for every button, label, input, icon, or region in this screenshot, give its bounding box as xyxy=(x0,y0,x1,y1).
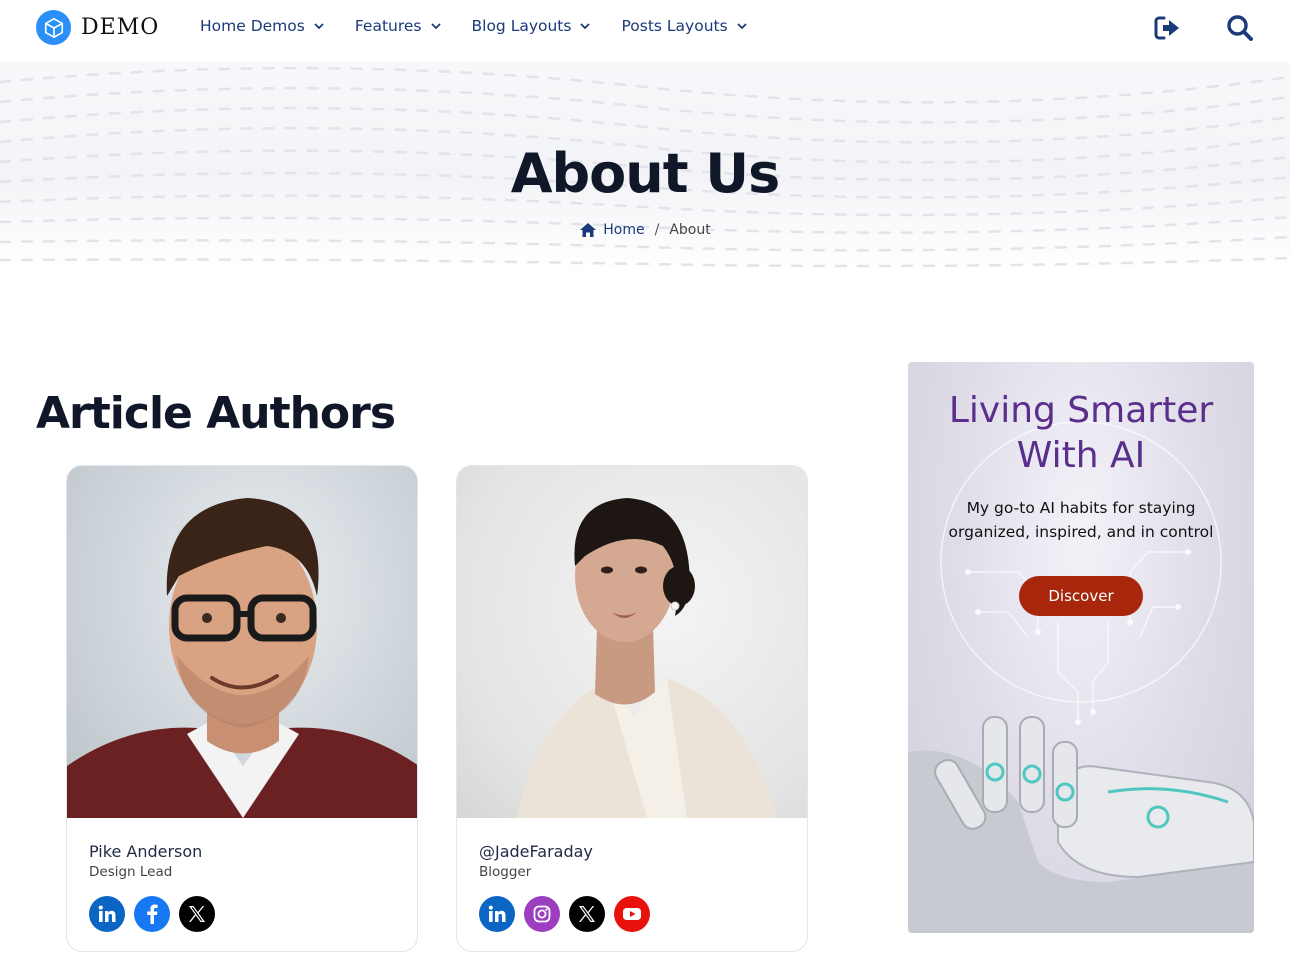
ad-title-line2: With AI xyxy=(1016,435,1146,476)
sidebar-ad[interactable]: Living Smarter With AI My go-to AI habit… xyxy=(908,362,1254,933)
author-card: Pike Anderson Design Lead xyxy=(66,465,418,952)
chevron-down-icon xyxy=(580,23,591,30)
linkedin-icon[interactable] xyxy=(89,896,125,932)
cube-logo-icon xyxy=(36,10,71,45)
breadcrumb-home-link[interactable]: Home xyxy=(579,222,645,238)
facebook-icon[interactable] xyxy=(134,896,170,932)
author-socials xyxy=(479,896,785,932)
author-card: @JadeFaraday Blogger xyxy=(456,465,808,952)
youtube-icon[interactable] xyxy=(614,896,650,932)
ad-title-line1: Living Smarter xyxy=(948,390,1214,431)
nav-item-label: Home Demos xyxy=(200,17,305,35)
breadcrumb-current: About xyxy=(669,222,711,238)
ad-title: Living Smarter With AI xyxy=(908,388,1254,478)
author-role: Blogger xyxy=(479,864,532,880)
nav-item-blog-layouts[interactable]: Blog Layouts xyxy=(472,17,592,35)
main-nav: Home Demos Features Blog Layouts Posts L… xyxy=(200,17,778,35)
nav-item-label: Posts Layouts xyxy=(621,17,728,35)
page-title: About Us xyxy=(510,142,781,205)
nav-item-features[interactable]: Features xyxy=(355,17,442,35)
chevron-down-icon xyxy=(430,23,441,30)
page-hero: About Us Home / About xyxy=(0,62,1290,272)
author-photo[interactable] xyxy=(457,466,807,818)
site-header: DEMO Home Demos Features Blog Layouts Po… xyxy=(0,0,1290,62)
logo-text: DEMO xyxy=(81,15,160,40)
ad-subtitle: My go-to AI habits for staying organized… xyxy=(948,499,1214,541)
x-icon[interactable] xyxy=(179,896,215,932)
site-logo[interactable]: DEMO xyxy=(36,10,159,45)
nav-item-posts-layouts[interactable]: Posts Layouts xyxy=(621,17,747,35)
author-role: Design Lead xyxy=(89,864,173,880)
author-name[interactable]: Pike Anderson xyxy=(89,842,395,861)
nav-item-label: Blog Layouts xyxy=(471,17,572,35)
section-title: Article Authors xyxy=(36,388,396,439)
author-socials xyxy=(89,896,395,932)
author-photo[interactable] xyxy=(67,466,417,818)
breadcrumb: Home / About xyxy=(0,222,1290,238)
chevron-down-icon xyxy=(737,23,747,30)
nav-item-home-demos[interactable]: Home Demos xyxy=(200,17,325,35)
author-name[interactable]: @JadeFaraday xyxy=(479,842,785,861)
author-card-body: @JadeFaraday Blogger xyxy=(457,818,807,951)
header-actions xyxy=(1154,14,1254,42)
author-card-body: Pike Anderson Design Lead xyxy=(67,818,417,951)
search-icon[interactable] xyxy=(1226,14,1254,42)
breadcrumb-separator: / xyxy=(654,222,660,238)
x-icon[interactable] xyxy=(569,896,605,932)
linkedin-icon[interactable] xyxy=(479,896,515,932)
discover-button[interactable]: Discover xyxy=(1019,576,1143,616)
sign-in-icon[interactable] xyxy=(1154,14,1182,42)
nav-item-label: Features xyxy=(354,17,422,35)
home-icon xyxy=(580,223,597,237)
chevron-down-icon xyxy=(314,23,324,30)
instagram-icon[interactable] xyxy=(524,896,560,932)
breadcrumb-home-label: Home xyxy=(603,222,645,238)
